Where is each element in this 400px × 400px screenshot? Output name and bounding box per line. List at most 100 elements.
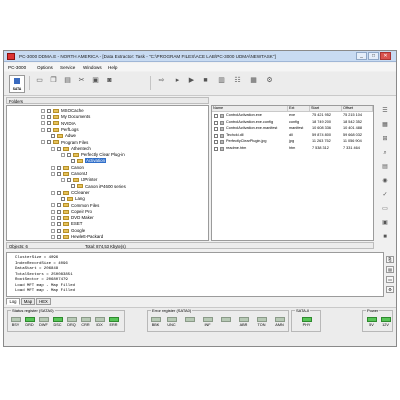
checkbox[interactable]	[214, 133, 218, 138]
open-icon[interactable]: ▤	[62, 76, 73, 86]
checkbox[interactable]	[67, 178, 71, 183]
checkbox[interactable]	[57, 165, 61, 170]
file-start: 10 608 336	[312, 126, 332, 130]
led-5v[interactable]: 5V	[366, 317, 377, 327]
close-button[interactable]: ✕	[380, 52, 391, 60]
book-icon[interactable]: ▥	[216, 76, 227, 86]
file-ext: exe	[289, 113, 296, 117]
log-clear-icon[interactable]: ▭	[386, 276, 394, 283]
checkbox[interactable]	[71, 159, 75, 164]
bottom-tabs: Log Map HEX	[6, 298, 206, 305]
settings-icon[interactable]: ⚙	[264, 76, 275, 86]
maximize-button[interactable]: □	[368, 52, 379, 60]
grid-icon[interactable]: ▦	[248, 76, 259, 86]
folders-tree[interactable]: MSOCache My Documents NVIDIA PerfLogs Ad…	[6, 105, 209, 241]
register-status-bar: Status register (SATA0) BSY DRD DWF DSC …	[4, 307, 396, 346]
checkbox[interactable]	[57, 171, 61, 176]
cut-icon[interactable]: ✂	[76, 76, 87, 86]
checkbox[interactable]	[47, 115, 51, 120]
floppy-icon[interactable]: ▭	[34, 76, 45, 86]
checkbox[interactable]	[214, 140, 218, 144]
arrow-right-icon[interactable]: ▸	[172, 76, 183, 86]
checkbox[interactable]	[57, 190, 61, 195]
copy-icon[interactable]: ❐	[48, 76, 59, 86]
checkbox[interactable]	[214, 127, 218, 131]
file-row[interactable]: readme.htm htm 7 538 312 7 331 464	[212, 146, 373, 153]
checkbox[interactable]	[47, 121, 51, 126]
checkbox[interactable]	[47, 108, 51, 113]
checkbox[interactable]	[57, 146, 61, 151]
disk-icon[interactable]: ◙	[104, 76, 115, 86]
sata-port-button[interactable]: SATA	[9, 75, 25, 93]
column-header-start[interactable]: Start	[310, 106, 342, 112]
filter-icon[interactable]: ⊞	[380, 135, 390, 144]
tree-icon[interactable]: ☷	[232, 76, 243, 86]
folder-icon	[67, 197, 73, 202]
checkbox[interactable]	[57, 234, 61, 239]
search-icon[interactable]: ⌕	[380, 149, 390, 158]
checkbox[interactable]	[57, 203, 61, 208]
disk-icon[interactable]: ◉	[380, 177, 390, 186]
led-inf: INF	[202, 317, 213, 327]
checkbox[interactable]	[71, 184, 75, 189]
led-abr: ABR	[238, 317, 249, 327]
menu-service[interactable]: Service	[60, 65, 75, 70]
log-output[interactable]: ClusterSize = 4096 IndexRecordSize = 409…	[6, 252, 384, 297]
menu-windows[interactable]: Windows	[83, 65, 102, 70]
log-copy-icon[interactable]: ⎘	[386, 256, 394, 263]
checkbox[interactable]	[47, 127, 51, 132]
menu-options[interactable]: Options	[37, 65, 53, 70]
view-icon[interactable]: ▦	[380, 121, 390, 130]
file-ext: htm	[289, 145, 296, 150]
export-icon[interactable]: ⇨	[156, 76, 167, 86]
column-header-ext[interactable]: Ext	[288, 106, 310, 112]
checkbox[interactable]	[57, 215, 61, 220]
toolbar-divider	[29, 76, 30, 90]
tab-hex[interactable]: HEX	[36, 298, 51, 305]
file-ext: manifest	[289, 126, 304, 130]
checkbox[interactable]	[67, 152, 71, 157]
menu-help[interactable]: Help	[108, 65, 117, 70]
minimize-button[interactable]: _	[356, 52, 367, 60]
window-icon[interactable]: ▣	[380, 219, 390, 228]
checkbox[interactable]	[214, 146, 218, 151]
list-icon[interactable]: ▤	[380, 163, 390, 172]
checkbox[interactable]	[214, 114, 218, 118]
checkbox[interactable]	[47, 140, 51, 145]
checkbox[interactable]	[57, 228, 61, 233]
folder-icon	[63, 209, 69, 214]
led-dwf: DWF	[38, 317, 49, 327]
led-12v[interactable]: 12V	[380, 317, 391, 327]
log-line: Load MFT map - Map Filled	[15, 283, 76, 288]
stop-icon[interactable]: ■	[200, 76, 211, 86]
file-ext: config	[289, 119, 300, 124]
checkbox[interactable]	[51, 134, 55, 139]
log-save-icon[interactable]: ▤	[386, 266, 394, 273]
folder-icon	[63, 228, 69, 233]
paste-icon[interactable]: ▣	[90, 76, 101, 86]
checkbox[interactable]	[57, 222, 61, 227]
column-header-name[interactable]: Name	[212, 106, 288, 112]
app-window: PC-3000 DDMA.E - NORTH AMERICA - [Data E…	[3, 50, 397, 347]
tab-map[interactable]: Map	[21, 298, 35, 305]
checkbox[interactable]	[61, 197, 65, 202]
led-drq: DRQ	[66, 317, 77, 327]
status-register-group: Status register (SATA0) BSY DRD DWF DSC …	[7, 308, 125, 332]
file-start: 7 538 312	[312, 145, 329, 150]
stop-icon[interactable]: ■	[380, 233, 390, 242]
checkbox[interactable]	[57, 209, 61, 214]
log-settings-icon[interactable]: ⚙	[386, 286, 394, 293]
folder-icon	[63, 171, 69, 176]
blank-icon[interactable]: ▭	[380, 205, 390, 214]
tree-item[interactable]: Hewlett-Packard	[51, 234, 103, 240]
checkbox[interactable]	[214, 120, 218, 125]
tab-log[interactable]: Log	[6, 298, 20, 305]
mark-icon[interactable]: ✓	[380, 191, 390, 200]
play-icon[interactable]: ▶	[186, 76, 197, 86]
menu-pc3000[interactable]: PC-3000	[8, 65, 26, 70]
files-list[interactable]: Name Ext Start Offset ControlActivation.…	[211, 105, 374, 241]
column-header-offset[interactable]: Offset	[342, 106, 373, 112]
window-title: PC-3000 DDMA.E - NORTH AMERICA - [Data E…	[19, 54, 276, 59]
tree-view-icon[interactable]: ☰	[380, 107, 390, 116]
file-icon	[220, 140, 224, 144]
